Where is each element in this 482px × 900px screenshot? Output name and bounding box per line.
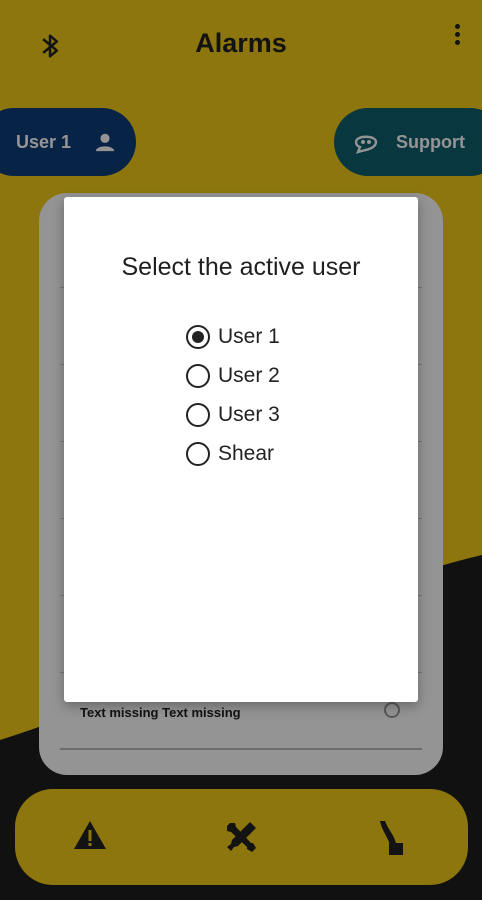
radio-button[interactable] <box>186 441 210 466</box>
radio-button[interactable] <box>186 402 210 427</box>
radio-option-user-1[interactable]: User 1 <box>186 317 280 356</box>
radio-option-label: User 2 <box>218 363 280 387</box>
dialog-title: Select the active user <box>121 253 361 281</box>
radio-option-label: Shear <box>218 441 275 465</box>
radio-option-label: User 1 <box>218 324 280 348</box>
radio-button[interactable] <box>186 324 210 349</box>
radio-option-shear[interactable]: Shear <box>186 434 280 473</box>
user-radio-group: User 1 User 2 User 3 Shear <box>186 317 280 473</box>
select-user-dialog: Select the active user User 1 User 2 Use… <box>64 197 418 702</box>
radio-option-user-2[interactable]: User 2 <box>186 356 280 395</box>
radio-button[interactable] <box>186 363 210 388</box>
radio-option-user-3[interactable]: User 3 <box>186 395 280 434</box>
radio-option-label: User 3 <box>218 402 280 426</box>
